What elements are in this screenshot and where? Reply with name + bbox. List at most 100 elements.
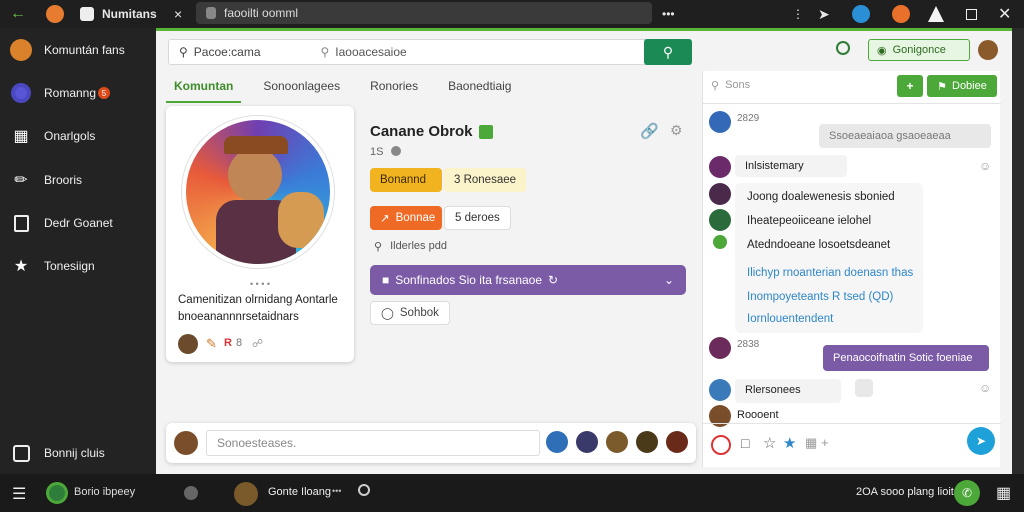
- profile-extension[interactable]: [928, 0, 944, 28]
- badge-orange[interactable]: Bonannd: [370, 168, 442, 192]
- refresh-icon: ↻: [548, 273, 559, 287]
- star-icon: ★: [13, 258, 29, 275]
- chat-message-text: Ssoeaeaiaoa gsaoeaeaa: [829, 130, 951, 142]
- tab-close-button[interactable]: ×: [174, 0, 182, 28]
- sidebar-item-tonesiign[interactable]: ★ Tonesiign: [10, 254, 95, 278]
- extension-blue[interactable]: [852, 0, 870, 28]
- notification-badge: 5: [98, 87, 111, 99]
- chat-avatar[interactable]: [709, 379, 731, 401]
- sidebar-item-onarlgols[interactable]: ▦ Onarlgols: [10, 124, 95, 148]
- back-button[interactable]: ←: [10, 0, 26, 28]
- star-outline-icon[interactable]: ☆: [763, 434, 776, 452]
- sidebar-item-romanng[interactable]: Romanng 5: [10, 81, 111, 105]
- attach-icon[interactable]: □: [741, 435, 749, 451]
- profile-card: • • • • Camenitizan olrnidang Aontarle b…: [166, 106, 354, 362]
- composer-input[interactable]: Sonoesteases.: [206, 430, 540, 456]
- sidebar-item-fans[interactable]: Komuntán fans: [10, 38, 125, 62]
- participant-avatar-3[interactable]: [606, 431, 628, 453]
- book-icon: ▦: [13, 128, 29, 145]
- address-bar[interactable]: faooilti oomml: [196, 2, 652, 24]
- participant-avatar-2[interactable]: [576, 431, 598, 453]
- send-button[interactable]: ➤: [967, 427, 995, 455]
- chat-bubble-left: Rlersonees: [735, 379, 841, 403]
- pin-icon: ⚲: [374, 241, 383, 253]
- chat-message-text: Roooent: [737, 409, 779, 421]
- sidebar-item-label: Bonnij cluis: [44, 446, 105, 460]
- reaction-icon[interactable]: ☺: [979, 381, 991, 395]
- link-icon[interactable]: 🔗: [640, 122, 659, 140]
- pin-text: Ilderles pdd: [390, 240, 447, 252]
- toggle-icon[interactable]: [184, 486, 198, 500]
- chat-search[interactable]: ⚲ Sons: [711, 79, 750, 92]
- tab-ronories[interactable]: Ronories: [362, 75, 426, 103]
- badge-red[interactable]: ↗ Bonnae: [370, 206, 442, 230]
- discord-header-button[interactable]: [836, 41, 850, 58]
- edit-icon[interactable]: ✎: [206, 336, 217, 352]
- now-playing-avatar[interactable]: [234, 482, 258, 506]
- purple-action-bar[interactable]: ■ Sonfinados Sio ita frsanaoe ↻ ⌄: [370, 265, 686, 295]
- user-avatar[interactable]: [978, 40, 998, 60]
- star-icon[interactable]: ★: [783, 434, 796, 452]
- chat-avatar[interactable]: [709, 209, 731, 231]
- info-icon[interactable]: [358, 484, 370, 496]
- chat-avatar[interactable]: [709, 183, 731, 205]
- dog-companion: [278, 192, 324, 248]
- profile-mini-avatar[interactable]: [178, 334, 198, 354]
- close-window-button[interactable]: ✕: [998, 0, 1011, 28]
- maximize-button[interactable]: [966, 0, 977, 28]
- search-input[interactable]: Iaooacesaioe: [335, 45, 406, 59]
- bottom-left-label: Borio ibpeey: [74, 486, 136, 498]
- chat-message-text: Atedndoeane losoetsdeanet: [747, 239, 891, 251]
- circle-icon: ◯: [381, 308, 394, 320]
- tab-komuntan[interactable]: Komuntan: [166, 75, 242, 103]
- chat-avatar[interactable]: [709, 111, 731, 133]
- participant-avatar-4[interactable]: [636, 431, 658, 453]
- sub-button[interactable]: ◯ Sohbok: [370, 301, 450, 325]
- gift-icon[interactable]: ▦: [805, 435, 817, 451]
- chat-message-link[interactable]: Iornlouentendent: [747, 313, 833, 325]
- profile-caption-1: Camenitizan olrnidang Aontarle: [178, 294, 338, 306]
- profile-caption-2: bnoeanannnrsetaidnars: [178, 311, 299, 323]
- browser-tab-active[interactable]: Numitans: [80, 0, 157, 28]
- chevron-down-icon: ⌄: [663, 273, 674, 287]
- chat-avatar[interactable]: [709, 156, 731, 178]
- grid-icon[interactable]: ▦: [996, 483, 1011, 503]
- search-bar[interactable]: ⚲ Pacoe:cama ⚲ Iaooacesaioe: [168, 39, 648, 65]
- badge-orange-side-text: 3 Ronesaee: [454, 174, 517, 186]
- chat-avatar[interactable]: [709, 337, 731, 359]
- composer-avatar[interactable]: [174, 431, 198, 455]
- participant-avatar-1[interactable]: [546, 431, 568, 453]
- menu-dots-button[interactable]: ⋮: [792, 0, 804, 28]
- settings-icon[interactable]: ⚙: [670, 122, 683, 139]
- chat-message-link[interactable]: Inompoyeteants R tsed (QD): [747, 291, 893, 303]
- tab-baonedtiaig[interactable]: Baonedtiaig: [440, 75, 519, 103]
- player-meta-text: 1S: [370, 146, 384, 158]
- search-button[interactable]: ⚲: [644, 39, 692, 65]
- call-button[interactable]: ✆: [954, 480, 980, 506]
- status-icon[interactable]: [46, 482, 68, 504]
- sidebar-item-brooris[interactable]: ✏ Brooris: [10, 168, 82, 192]
- record-icon[interactable]: [711, 435, 731, 455]
- reaction-chip[interactable]: [855, 379, 873, 397]
- sidebar-item-bonnij[interactable]: Bonnij cluis: [10, 441, 105, 465]
- player-name: Canane Obrok: [370, 123, 473, 140]
- reaction-icon[interactable]: ☺: [979, 159, 991, 173]
- chat-action-button[interactable]: ⚑ Dobiee: [927, 75, 997, 97]
- sidebar-item-dedr[interactable]: Dedr Goanet: [10, 211, 113, 235]
- browser-tab-1[interactable]: [46, 0, 64, 28]
- chat-message-link[interactable]: Ilichyp rnoanterian doenasn thas: [747, 267, 913, 279]
- composer-card: Sonoesteases.: [166, 423, 696, 463]
- share-icon[interactable]: ☍: [252, 337, 263, 350]
- plus-icon[interactable]: +: [821, 435, 829, 450]
- sidebar-item-label: Brooris: [44, 173, 83, 187]
- add-chat-button[interactable]: +: [897, 75, 923, 97]
- more-button[interactable]: •••: [662, 0, 675, 28]
- chat-message-text: Iheatepeoiiceane ielohel: [747, 215, 872, 227]
- badge-orange-side: 3 Ronesaee: [444, 168, 527, 192]
- hamburger-menu-icon[interactable]: ☰: [12, 484, 26, 504]
- extension-button[interactable]: ➤: [818, 0, 830, 28]
- extension-orange[interactable]: [892, 0, 910, 28]
- participant-avatar-5[interactable]: [666, 431, 688, 453]
- tab-sonoonlagees[interactable]: Sonoonlagees: [255, 75, 348, 103]
- header-action-button[interactable]: ◉ Gonigonce: [868, 39, 970, 61]
